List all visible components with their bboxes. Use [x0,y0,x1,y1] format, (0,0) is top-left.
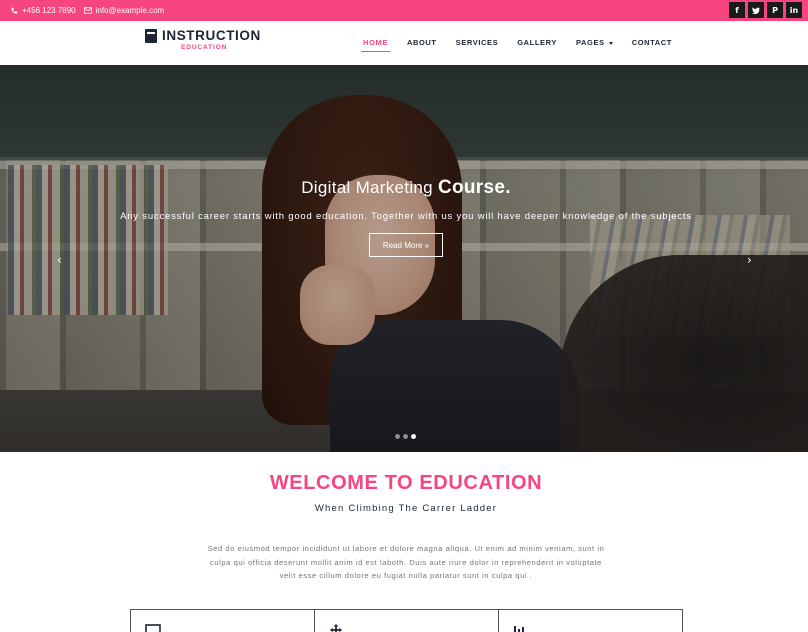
social-links: f P in [726,2,802,18]
welcome-paragraph: Sed do eiusmod tempor incididunt ut labo… [178,542,634,583]
phone-number: +456 123 7890 [22,6,76,15]
feature-card [499,610,682,632]
top-bar: +456 123 7890 info@example.com f P in [0,0,808,21]
move-icon [330,624,342,632]
phone-item[interactable]: +456 123 7890 [10,6,76,15]
hero-title-light: Digital Marketing [301,178,433,197]
nav-home[interactable]: HOME [361,38,390,52]
read-more-button[interactable]: Read More » [369,233,443,257]
hero-slider: Digital Marketing Course. Any successful… [0,65,808,452]
chevron-right-icon[interactable]: › [747,253,752,267]
chevron-left-icon[interactable]: ‹ [57,253,62,267]
hero-title-bold: Course. [437,177,511,198]
brand-name: INSTRUCTION [162,28,261,43]
caret-down-icon [608,41,613,45]
pinterest-icon[interactable]: P [767,2,783,18]
welcome-paragraph-line: Sed do eiusmod tempor incididunt ut labo… [207,544,605,553]
linkedin-icon[interactable]: in [786,2,802,18]
phone-icon [11,7,18,14]
slider-dot[interactable] [395,434,400,439]
nav-gallery[interactable]: GALLERY [517,38,557,47]
main-nav: HOME ABOUT SERVICES GALLERY PAGES CONTAC… [344,38,672,52]
welcome-paragraph-line: velit esse cillum dolore eu fugiat nulla… [279,571,533,580]
welcome-subtitle: When Climbing The Carrer Ladder [314,503,498,514]
slider-dot[interactable] [403,434,408,439]
hero-overlay [0,65,808,452]
twitter-icon[interactable] [748,2,764,18]
feature-card [131,610,315,632]
hero-text: Any successful career starts with good e… [120,211,692,222]
bar-chart-icon [514,626,524,632]
site-header: INSTRUCTION EDUCATION HOME ABOUT SERVICE… [0,21,808,65]
welcome-title: WELCOME TO EDUCATION [269,472,543,494]
features-grid [130,609,683,632]
slider-dot-active[interactable] [411,434,416,439]
monitor-icon [145,624,161,632]
nav-about[interactable]: ABOUT [407,38,437,47]
contact-info: +456 123 7890 info@example.com [10,6,172,15]
book-icon [145,29,157,43]
hero-title: Digital Marketing Course. [0,177,808,199]
nav-pages[interactable]: PAGES [576,38,613,47]
nav-pages-label: PAGES [575,38,605,47]
email-item[interactable]: info@example.com [83,6,165,15]
envelope-icon [83,7,92,14]
nav-contact[interactable]: CONTACT [632,38,672,47]
nav-services[interactable]: SERVICES [456,38,499,47]
email-address: info@example.com [95,6,165,15]
facebook-icon[interactable]: f [729,2,745,18]
brand-tagline: EDUCATION [181,44,228,51]
welcome-paragraph-line: culpa qui officia deserunt mollit anim i… [210,557,602,567]
feature-card [315,610,499,632]
slider-dots [395,434,419,439]
